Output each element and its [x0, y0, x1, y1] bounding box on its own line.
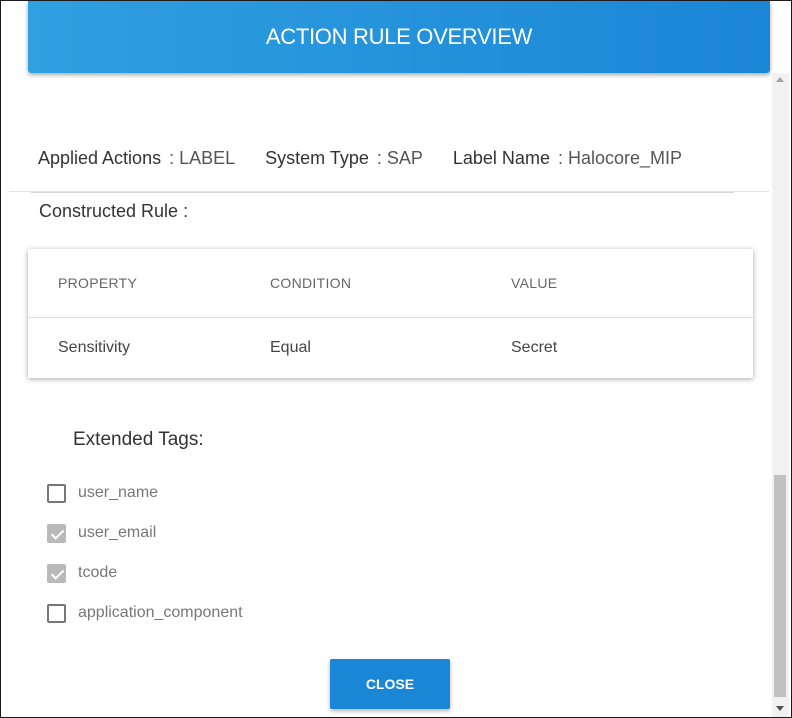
action-rule-dialog: ACTION RULE OVERVIEW Applied Actions : L… — [0, 0, 792, 718]
divider — [31, 192, 734, 193]
constructed-rule-title: Constructed Rule : — [39, 201, 189, 221]
checkbox-application-component[interactable] — [47, 603, 66, 623]
checkbox-user-email[interactable] — [47, 523, 66, 543]
tag-label: user_name — [78, 484, 159, 501]
tag-label: user_email — [78, 524, 157, 541]
tag-label: application_component — [78, 604, 243, 621]
table-cell-value: Secret — [511, 339, 558, 356]
applied-actions-label: Applied Actions — [38, 147, 162, 168]
extended-tags-title: Extended Tags: — [73, 429, 204, 450]
tag-item-application-component[interactable]: application_component — [47, 603, 243, 623]
label-name-label: Label Name — [452, 147, 550, 168]
column-header-condition: CONDITION — [270, 275, 352, 291]
tag-item-user-email[interactable]: user_email — [47, 523, 156, 543]
table-header-row: PROPERTY CONDITION VALUE — [28, 249, 753, 318]
dialog-header: ACTION RULE OVERVIEW — [28, 1, 770, 73]
close-button[interactable]: CLOSE — [330, 659, 450, 709]
system-type-value: : SAP — [376, 147, 423, 168]
dialog-title: ACTION RULE OVERVIEW — [265, 24, 533, 49]
rule-summary: Applied Actions : LABEL System Type : SA… — [38, 145, 682, 171]
scroll-down-arrow-icon[interactable] — [776, 706, 784, 711]
tag-label: tcode — [78, 564, 118, 581]
vertical-scrollbar[interactable] — [772, 73, 789, 717]
table-cell-property: Sensitivity — [58, 339, 131, 356]
scroll-up-arrow-icon[interactable] — [776, 77, 784, 82]
table-cell-condition: Equal — [270, 339, 311, 356]
label-name-value: : Halocore_MIP — [557, 147, 683, 168]
system-type-label: System Type — [265, 147, 369, 168]
checkbox-tcode[interactable] — [47, 563, 66, 583]
applied-actions-value: : LABEL — [169, 147, 236, 168]
tag-item-user-name[interactable]: user_name — [47, 483, 158, 503]
column-header-property: PROPERTY — [58, 275, 138, 291]
scrollbar-thumb[interactable] — [774, 475, 786, 697]
rule-table: PROPERTY CONDITION VALUE Sensitivity Equ… — [28, 249, 753, 378]
tag-item-tcode[interactable]: tcode — [47, 563, 117, 583]
column-header-value: VALUE — [511, 275, 558, 291]
checkbox-user-name[interactable] — [47, 483, 66, 503]
